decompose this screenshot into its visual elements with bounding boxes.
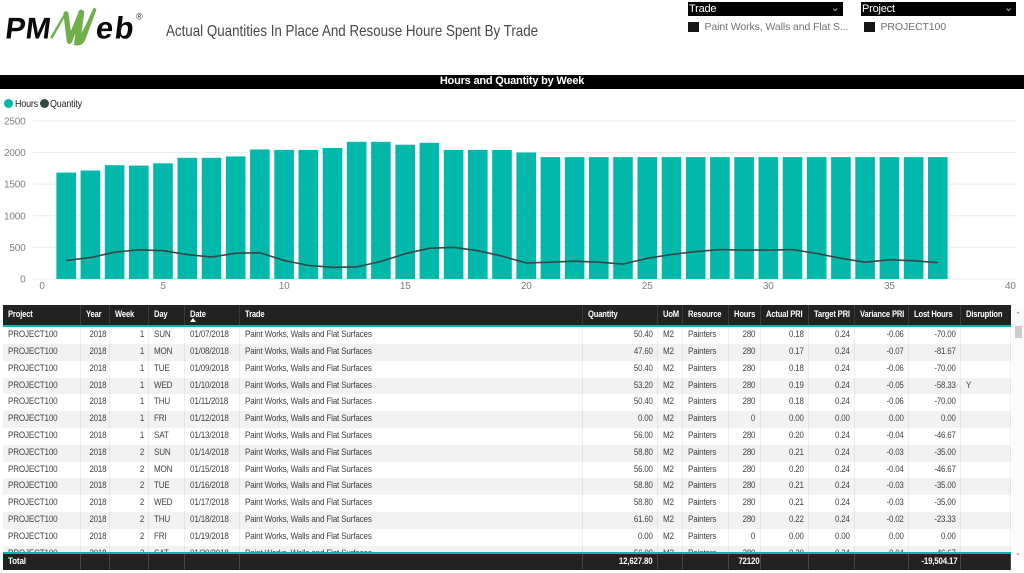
svg-text:10: 10: [279, 281, 290, 292]
svg-text:5: 5: [160, 281, 166, 292]
svg-text:35: 35: [884, 281, 895, 292]
svg-text:1500: 1500: [4, 180, 26, 191]
svg-text:1000: 1000: [4, 211, 26, 222]
svg-text:40: 40: [1005, 281, 1016, 292]
svg-text:PM: PM: [4, 13, 53, 46]
svg-text:0: 0: [20, 275, 26, 286]
svg-text:0: 0: [39, 281, 45, 292]
svg-text:20: 20: [521, 281, 532, 292]
svg-text:25: 25: [642, 281, 653, 292]
svg-text:eb: eb: [94, 11, 137, 46]
svg-text:30: 30: [763, 281, 774, 292]
svg-text:2000: 2000: [4, 148, 26, 159]
svg-text:15: 15: [400, 281, 411, 292]
svg-text:500: 500: [9, 243, 26, 254]
svg-text:2500: 2500: [4, 116, 26, 127]
svg-text:®: ®: [136, 12, 143, 22]
